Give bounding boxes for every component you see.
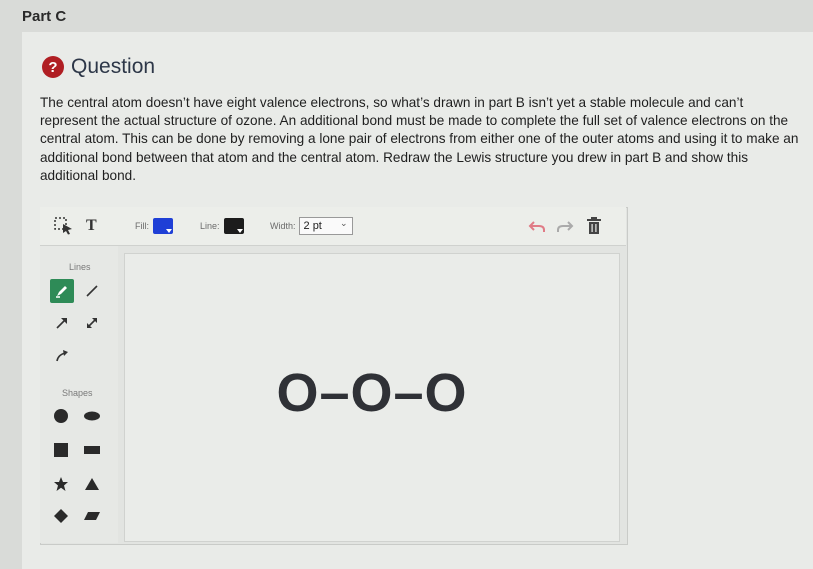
rectangle-icon [84, 446, 100, 454]
undo-button[interactable] [528, 207, 546, 245]
parallelogram-icon [84, 512, 100, 520]
text-tool[interactable]: T [86, 207, 97, 245]
select-tool[interactable] [54, 207, 74, 245]
width-label: Width: [270, 221, 296, 231]
diamond-icon [54, 509, 68, 523]
line-control[interactable]: Line: [200, 207, 244, 245]
line-tool[interactable] [80, 279, 104, 303]
star-icon [54, 477, 68, 491]
square-icon [54, 443, 68, 457]
arrow-icon [56, 318, 67, 329]
ozone-lewis-structure[interactable]: O–O–O [125, 362, 619, 424]
circle-icon [54, 409, 68, 423]
redo-icon [557, 221, 574, 232]
chevron-down-icon: ⌄ [339, 218, 348, 228]
square-tool[interactable] [49, 438, 73, 462]
drawing-canvas[interactable]: O–O–O [124, 253, 620, 542]
delete-button[interactable] [586, 207, 602, 245]
question-circle-icon: ? [42, 56, 64, 78]
parallelogram-tool[interactable] [80, 504, 104, 528]
select-marquee-icon [54, 217, 72, 235]
shapes-section-label: Shapes [62, 388, 93, 398]
double-arrow-tool[interactable] [80, 311, 104, 335]
fill-color-swatch[interactable] [153, 218, 173, 234]
width-value: 2 pt [303, 220, 322, 232]
triangle-icon [85, 478, 99, 490]
diamond-tool[interactable] [49, 504, 73, 528]
pencil-tool[interactable] [50, 279, 74, 303]
question-heading: Question [71, 55, 156, 78]
trash-icon [587, 217, 601, 234]
triangle-tool[interactable] [80, 472, 104, 496]
ellipse-tool[interactable] [80, 404, 104, 428]
editor-toolbar: T Fill: Line: Width: 2 pt ⌄ [40, 207, 626, 246]
question-header: ? Question [42, 55, 155, 79]
fill-control[interactable]: Fill: [135, 207, 173, 245]
tool-palette: Lines Shapes [40, 246, 118, 543]
star-tool[interactable] [49, 472, 73, 496]
question-body: The central atom doesn’t have eight vale… [40, 95, 799, 183]
ellipse-icon [84, 411, 100, 421]
width-control[interactable]: Width: 2 pt ⌄ [270, 207, 353, 245]
width-select[interactable]: 2 pt ⌄ [298, 217, 353, 235]
line-label: Line: [200, 221, 220, 231]
redo-button[interactable] [556, 207, 574, 245]
rectangle-tool[interactable] [80, 438, 104, 462]
curved-arrow-icon [56, 350, 68, 362]
pencil-icon [56, 286, 67, 298]
part-title: Part C [22, 8, 67, 25]
line-color-swatch[interactable] [223, 218, 244, 234]
circle-tool[interactable] [49, 404, 73, 428]
fill-label: Fill: [135, 221, 149, 231]
undo-icon [528, 221, 545, 232]
lines-section-label: Lines [69, 262, 91, 272]
curved-arrow-tool[interactable] [50, 343, 74, 367]
double-arrow-icon [87, 318, 97, 328]
arrow-tool[interactable] [50, 311, 74, 335]
line-icon [86, 285, 98, 297]
